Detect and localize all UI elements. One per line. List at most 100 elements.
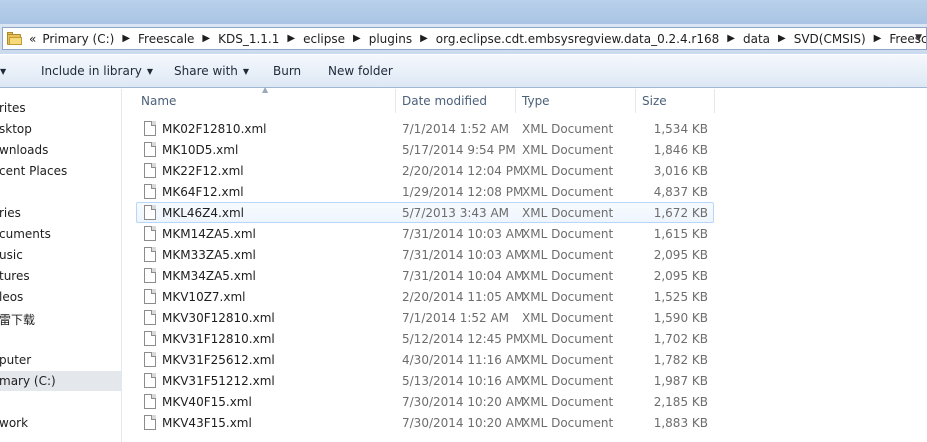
file-row[interactable]: MKM34ZA5.xml 7/31/2014 10:04 AM XML Docume…: [136, 265, 714, 286]
file-name: MKV43F15.xml: [162, 416, 252, 430]
nav-item[interactable]: usic: [0, 248, 23, 262]
navigation-pane[interactable]: rites sktop wnloads cent Places ries cuments u…: [0, 89, 122, 442]
column-header-size[interactable]: Size: [636, 89, 715, 113]
breadcrumb-item[interactable]: plugins: [369, 32, 412, 46]
file-row[interactable]: MKV31F25612.xml 4/30/2014 11:16 AM XML Doc…: [136, 349, 714, 370]
breadcrumb-arrow-icon[interactable]: ▶: [353, 33, 361, 44]
xml-document-icon: [144, 394, 156, 409]
file-size: 2,185 KB: [653, 395, 708, 409]
file-size: 1,672 KB: [653, 206, 708, 220]
file-row[interactable]: MKL46Z4.xml 5/7/2013 3:43 AM XML Document 1…: [136, 202, 714, 223]
command-bar: ▼ Include in library ▼ Share with ▼ Burn N…: [0, 55, 927, 88]
file-row[interactable]: MK64F12.xml 1/29/2014 12:08 PM XML Documen…: [136, 181, 714, 202]
nav-item[interactable]: rites: [0, 101, 26, 115]
file-name: MKV31F51212.xml: [162, 374, 275, 388]
breadcrumb-arrow-icon[interactable]: ▶: [727, 33, 735, 44]
nav-item[interactable]: wnloads: [0, 143, 48, 157]
xml-document-icon: [144, 331, 156, 346]
file-type: XML Document: [522, 248, 614, 262]
column-header-name[interactable]: Name: [135, 89, 396, 113]
nav-item[interactable]: work: [0, 416, 28, 430]
file-date-modified: 7/1/2014 1:52 AM: [402, 311, 510, 325]
breadcrumb-item[interactable]: Freescale: [138, 32, 194, 46]
file-row[interactable]: MKM33ZA5.xml 7/31/2014 10:03 AM XML Docume…: [136, 244, 714, 265]
file-type: XML Document: [522, 122, 614, 136]
breadcrumb-arrow-icon[interactable]: ▶: [874, 33, 882, 44]
chevron-down-icon: ▼: [242, 67, 250, 76]
file-date-modified: 7/30/2014 10:20 AM: [402, 416, 525, 430]
breadcrumb-item[interactable]: KDS_1.1.1: [218, 32, 279, 46]
file-type: XML Document: [522, 374, 614, 388]
file-type: XML Document: [522, 206, 614, 220]
xml-document-icon: [144, 163, 156, 178]
breadcrumb-item[interactable]: eclipse: [303, 32, 345, 46]
share-with-button[interactable]: Share with ▼: [174, 64, 249, 78]
file-row[interactable]: MK22F12.xml 2/20/2014 12:04 PM XML Documen…: [136, 160, 714, 181]
file-date-modified: 5/7/2013 3:43 AM: [402, 206, 510, 220]
burn-button[interactable]: Burn: [273, 64, 301, 78]
file-date-modified: 5/12/2014 12:45 PM: [402, 332, 524, 346]
breadcrumb-arrow-icon[interactable]: ▶: [287, 33, 295, 44]
file-row[interactable]: MKV10Z7.xml 2/20/2014 11:05 AM XML Documen…: [136, 286, 714, 307]
file-type: XML Document: [522, 395, 614, 409]
file-name: MKL46Z4.xml: [162, 206, 244, 220]
file-size: 1,846 KB: [653, 143, 708, 157]
nav-item[interactable]: 雷下载: [0, 311, 35, 328]
breadcrumb-arrow-icon[interactable]: ▶: [778, 33, 786, 44]
file-row[interactable]: MKV30F12810.xml 7/1/2014 1:52 AM XML Docum…: [136, 307, 714, 328]
file-date-modified: 7/30/2014 10:20 AM: [402, 395, 525, 409]
xml-document-icon: [144, 247, 156, 262]
xml-document-icon: [144, 205, 156, 220]
nav-item[interactable]: puter: [0, 353, 31, 367]
file-row[interactable]: MKV31F51212.xml 5/13/2014 10:16 AM XML Doc…: [136, 370, 714, 391]
new-folder-button[interactable]: New folder: [328, 64, 393, 78]
file-date-modified: 7/31/2014 10:03 AM: [402, 248, 525, 262]
file-name: MKV40F15.xml: [162, 395, 252, 409]
file-type: XML Document: [522, 185, 614, 199]
nav-item[interactable]: cuments: [0, 227, 51, 241]
file-row[interactable]: MK10D5.xml 5/17/2014 9:54 PM XML Document 1…: [136, 139, 714, 160]
file-row[interactable]: MKV31F12810.xml 5/12/2014 12:45 PM XML Doc…: [136, 328, 714, 349]
address-bar[interactable]: « Primary (C:) ▶ Freescale ▶ KDS_1.1.1 ▶ eclip…: [2, 27, 927, 50]
file-size: 1,590 KB: [653, 311, 708, 325]
breadcrumb-overflow[interactable]: «: [29, 32, 36, 46]
file-type: XML Document: [522, 416, 614, 430]
column-header-type[interactable]: Type: [516, 89, 636, 113]
column-header-date-modified[interactable]: Date modified: [396, 89, 516, 113]
breadcrumb-arrow-icon[interactable]: ▶: [202, 33, 210, 44]
file-name: MK64F12.xml: [162, 185, 244, 199]
nav-item[interactable]: tures: [0, 269, 30, 283]
breadcrumb-item[interactable]: data: [743, 32, 770, 46]
breadcrumb-arrow-icon[interactable]: ▶: [122, 33, 130, 44]
file-row[interactable]: MKV40F15.xml 7/30/2014 10:20 AM XML Docume…: [136, 391, 714, 412]
file-row[interactable]: MK02F12810.xml 7/1/2014 1:52 AM XML Docume…: [136, 118, 714, 139]
file-size: 1,782 KB: [653, 353, 708, 367]
file-date-modified: 2/20/2014 12:04 PM: [402, 164, 524, 178]
chevron-down-icon: ▼: [146, 67, 154, 76]
breadcrumb-item[interactable]: org.eclipse.cdt.embsysregview.data_0.2.4…: [436, 32, 719, 46]
nav-item[interactable]: sktop: [0, 122, 32, 136]
nav-item[interactable]: leos: [0, 290, 23, 304]
file-name: MKM34ZA5.xml: [162, 269, 256, 283]
xml-document-icon: [144, 352, 156, 367]
breadcrumb-arrow-icon[interactable]: ▶: [420, 33, 428, 44]
xml-document-icon: [144, 373, 156, 388]
breadcrumb-item[interactable]: SVD(CMSIS): [794, 32, 866, 46]
file-row[interactable]: MKV43F15.xml 7/30/2014 10:20 AM XML Docume…: [136, 412, 714, 433]
file-size: 1,525 KB: [653, 290, 708, 304]
file-row[interactable]: MKM14ZA5.xml 7/31/2014 10:03 AM XML Docume…: [136, 223, 714, 244]
chevron-down-icon[interactable]: ▼: [915, 33, 922, 43]
file-date-modified: 5/13/2014 10:16 AM: [402, 374, 525, 388]
file-size: 1,987 KB: [653, 374, 708, 388]
file-name: MK10D5.xml: [162, 143, 239, 157]
organize-caret-icon[interactable]: ▼: [0, 64, 6, 78]
nav-item[interactable]: ries: [0, 206, 21, 220]
nav-item[interactable]: cent Places: [0, 164, 67, 178]
file-type: XML Document: [522, 290, 614, 304]
breadcrumb-item[interactable]: Primary (C:): [42, 32, 114, 46]
include-in-library-button[interactable]: Include in library ▼: [41, 64, 153, 78]
nav-item[interactable]: mary (C:): [0, 374, 56, 388]
xml-document-icon: [144, 289, 156, 304]
file-name: MKV31F25612.xml: [162, 353, 275, 367]
file-size: 1,702 KB: [653, 332, 708, 346]
